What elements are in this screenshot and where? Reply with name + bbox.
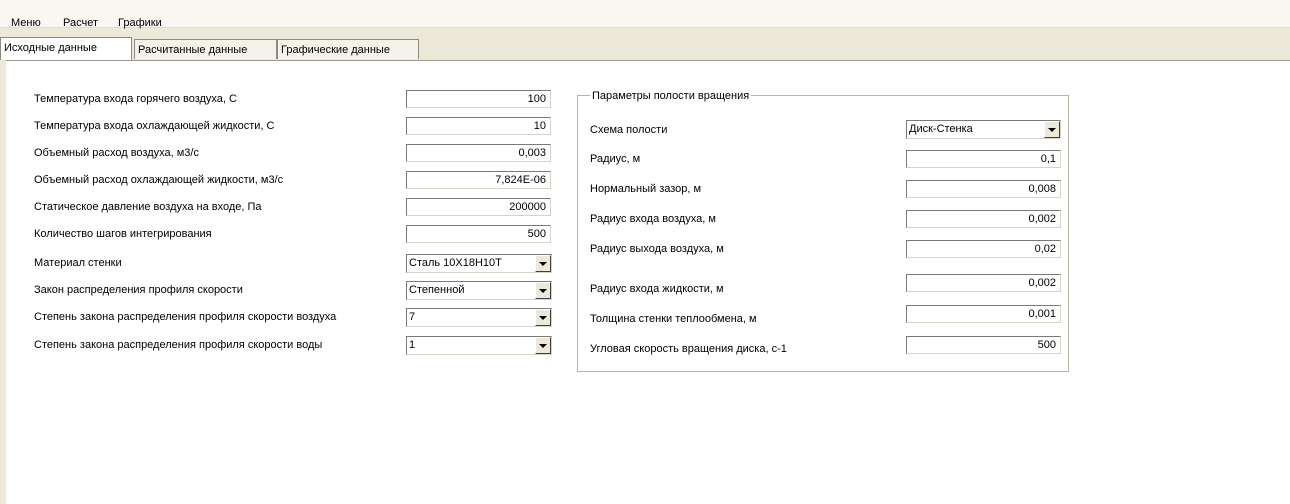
chevron-down-icon[interactable] [535, 282, 551, 299]
velocity-profile-law-value: Степенной [409, 284, 465, 296]
cavity-scheme-value: Диск-Стенка [909, 123, 973, 135]
label-disk-angular-speed: Угловая скорость вращения диска, с-1 [590, 343, 787, 355]
chevron-down-icon[interactable] [535, 255, 551, 272]
radius-field[interactable]: 0,1 [906, 150, 1061, 168]
label-integration-steps: Количество шагов интегрирования [34, 228, 212, 240]
air-profile-exponent-select[interactable]: 7 [406, 308, 552, 327]
label-velocity-profile-law: Закон распределения профиля скорости [34, 284, 243, 296]
wall-thickness-field[interactable]: 0,001 [906, 305, 1061, 323]
tab-calculated-data[interactable]: Расчитанные данные [134, 39, 277, 59]
label-wall-thickness: Толщина стенки теплообмена, м [590, 313, 757, 325]
coolant-flow-field[interactable]: 7,824E-06 [406, 171, 551, 189]
velocity-profile-law-select[interactable]: Степенной [406, 281, 552, 300]
air-inlet-radius-field[interactable]: 0,002 [906, 210, 1061, 228]
wall-material-select[interactable]: Сталь 10Х18Н10Т [406, 254, 552, 273]
label-cavity-scheme: Схема полости [590, 124, 668, 136]
label-air-flow: Объемный расход воздуха, м3/с [34, 147, 199, 159]
air-profile-exponent-value: 7 [409, 311, 416, 323]
air-outlet-radius-field[interactable]: 0,02 [906, 240, 1061, 258]
label-radius: Радиус, м [590, 153, 641, 165]
menu-item-calc[interactable]: Расчет [63, 17, 98, 29]
label-static-pressure: Статическое давление воздуха на входе, П… [34, 201, 262, 213]
integration-steps-field[interactable]: 500 [406, 225, 551, 243]
tab-input-data[interactable]: Исходные данные [0, 37, 132, 60]
chevron-down-icon[interactable] [1044, 121, 1060, 138]
static-pressure-field[interactable]: 200000 [406, 198, 551, 216]
label-water-profile-exponent: Степень закона распределения профиля ско… [34, 339, 323, 351]
chevron-down-icon[interactable] [535, 337, 551, 354]
chevron-down-icon[interactable] [535, 309, 551, 326]
label-normal-gap: Нормальный зазор, м [590, 183, 702, 195]
cavity-params-title: Параметры полости вращения [590, 90, 752, 102]
label-air-profile-exponent: Степень закона распределения профиля ско… [34, 311, 337, 323]
label-hot-air-temp: Температура входа горячего воздуха, С [34, 93, 237, 105]
menu-item-menu[interactable]: Меню [11, 17, 41, 29]
hot-air-temp-field[interactable]: 100 [406, 90, 551, 108]
water-profile-exponent-value: 1 [409, 339, 416, 351]
menu-bar: Меню Расчет Графики [0, 0, 1290, 29]
water-profile-exponent-select[interactable]: 1 [406, 336, 552, 355]
air-flow-field[interactable]: 0,003 [406, 144, 551, 162]
disk-angular-speed-field[interactable]: 500 [906, 336, 1061, 354]
label-liquid-inlet-radius: Радиус входа жидкости, м [590, 283, 724, 295]
label-coolant-flow: Объемный расход охлаждающей жидкости, м3… [34, 174, 284, 186]
label-coolant-temp: Температура входа охлаждающей жидкости, … [34, 120, 275, 132]
cavity-scheme-select[interactable]: Диск-Стенка [906, 120, 1061, 139]
tab-graphic-data[interactable]: Графические данные [277, 39, 419, 59]
label-air-outlet-radius: Радиус выхода воздуха, м [590, 243, 724, 255]
label-wall-material: Материал стенки [34, 257, 122, 269]
menu-item-charts[interactable]: Графики [118, 17, 162, 29]
normal-gap-field[interactable]: 0,008 [906, 180, 1061, 198]
coolant-temp-field[interactable]: 10 [406, 117, 551, 135]
label-air-inlet-radius: Радиус входа воздуха, м [590, 213, 716, 225]
liquid-inlet-radius-field[interactable]: 0,002 [906, 274, 1061, 292]
wall-material-value: Сталь 10Х18Н10Т [409, 257, 502, 269]
